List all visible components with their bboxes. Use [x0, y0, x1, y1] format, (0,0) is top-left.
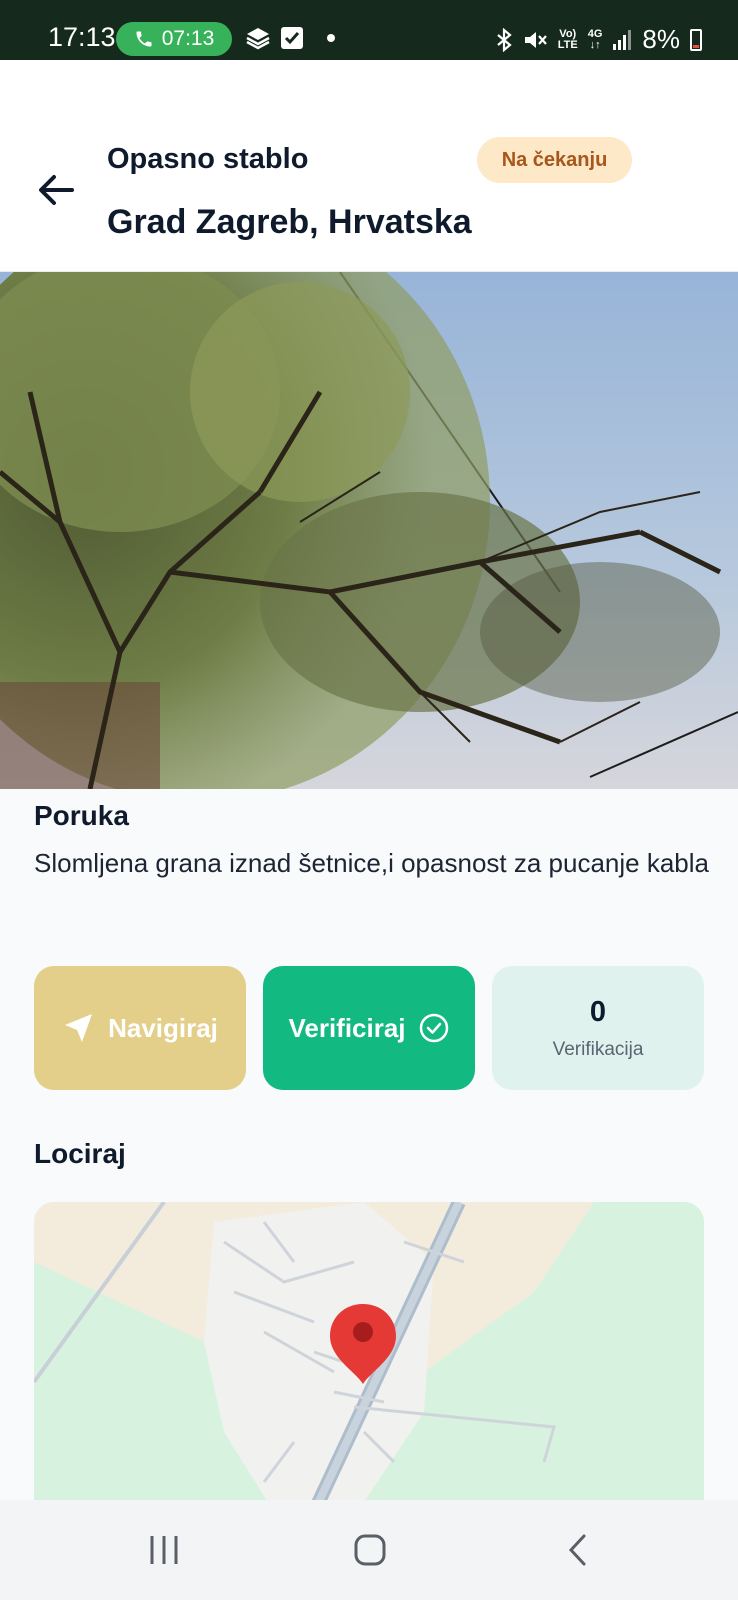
arrow-left-icon	[39, 175, 74, 205]
system-icons: Vo) LTE 4G ↓↑ 8%	[496, 24, 702, 55]
map-section-title: Lociraj	[34, 1138, 126, 1169]
call-pill[interactable]: 07:13	[116, 22, 232, 56]
checkbox-notification-icon	[281, 27, 303, 49]
layers-icon	[246, 28, 270, 50]
system-navigation-bar	[0, 1500, 738, 1600]
verification-label: Verifikacija	[552, 1039, 644, 1060]
battery-percent: 8%	[642, 24, 680, 54]
message-section-title: Poruka	[34, 800, 129, 831]
verification-count: 0	[589, 996, 607, 1028]
status-bar: 17:13 07:13 Vo) LTE 4G ↓↑ 8%	[0, 0, 738, 60]
verification-stat: 0 Verifikacija	[492, 966, 704, 1090]
recent-apps-icon	[150, 1536, 178, 1564]
chevron-left-icon	[568, 1534, 586, 1566]
battery-icon	[690, 28, 702, 51]
report-header: Opasno stablo Grad Zagreb, Hrvatska Na č…	[0, 60, 738, 272]
phone-icon	[136, 31, 152, 47]
report-photo[interactable]	[0, 272, 738, 789]
verify-button[interactable]: Verificiraj	[263, 966, 475, 1090]
back-button[interactable]	[34, 168, 78, 212]
navigate-button-label: Navigiraj	[108, 1012, 218, 1043]
mute-icon	[524, 31, 547, 48]
notification-icons	[245, 26, 335, 50]
home-icon	[354, 1534, 386, 1566]
check-circle-icon	[419, 1013, 448, 1043]
more-notifications-dot	[327, 34, 335, 42]
network-type-indicator: 4G ↓↑	[587, 27, 603, 51]
report-location: Grad Zagreb, Hrvatska	[107, 203, 472, 241]
call-duration: 07:13	[161, 27, 215, 50]
status-badge: Na čekanju	[477, 137, 632, 183]
home-button[interactable]	[340, 1530, 400, 1570]
back-nav-button[interactable]	[548, 1530, 608, 1570]
volte-indicator: Vo) LTE	[557, 27, 578, 51]
status-time: 17:13	[48, 22, 116, 52]
recent-apps-button[interactable]	[134, 1530, 194, 1570]
signal-icon	[613, 29, 632, 50]
location-map[interactable]	[34, 1202, 704, 1512]
message-text: Slomljena grana iznad šetnice,i opasnost…	[34, 848, 709, 878]
navigate-button[interactable]: Navigiraj	[34, 966, 246, 1090]
verify-button-label: Verificiraj	[288, 1012, 406, 1043]
navigation-arrow-icon	[65, 1014, 93, 1042]
report-title: Opasno stablo	[107, 143, 309, 175]
bluetooth-icon	[497, 27, 512, 52]
